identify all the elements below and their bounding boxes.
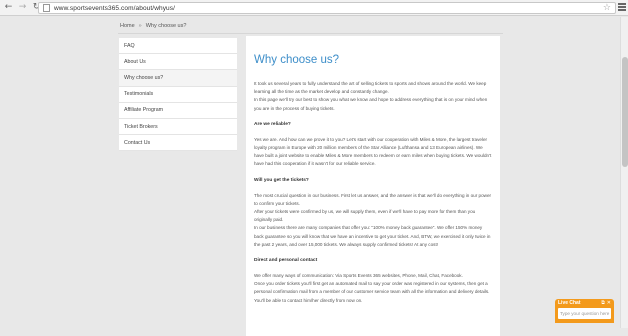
tickets-paragraph: The most crucial question in our busines… — [254, 192, 492, 206]
sidebar-item-about-us[interactable]: About Us — [119, 54, 237, 71]
browser-toolbar: ← → ↻ www.sportsevents365.com/about/whyu… — [0, 0, 628, 16]
section-heading-reliable: Are we reliable? — [254, 121, 291, 127]
sidebar-item-contact-us[interactable]: Contact Us — [119, 135, 237, 152]
section-heading-contact: Direct and personal contact — [254, 258, 318, 264]
contact-paragraph: We offer many ways of communication: Via… — [254, 273, 463, 279]
page-title: Why choose us? — [254, 54, 340, 66]
live-chat-widget[interactable]: Live Chat ⧉ ✕ Type your question here — [555, 299, 614, 323]
sidebar-menu: FAQ About Us Why choose us? Testimonials… — [119, 38, 237, 152]
intro-paragraph: In this page we'll try our best to show … — [254, 97, 488, 111]
sidebar-item-why-choose-us[interactable]: Why choose us? — [119, 70, 237, 87]
browser-menu-icon[interactable] — [618, 3, 626, 12]
tickets-paragraph: After your tickets were confirmed by us,… — [254, 209, 476, 223]
url-text[interactable]: www.sportsevents365.com/about/whyus/ — [54, 5, 175, 12]
tickets-paragraph: In our business there are many companies… — [254, 225, 491, 247]
chat-header[interactable]: Live Chat ⧉ ✕ — [555, 299, 614, 307]
contact-paragraph: Once you order tickets you'll first get … — [254, 281, 490, 303]
divider — [118, 33, 503, 34]
scrollbar-thumb[interactable] — [622, 57, 628, 167]
close-icon[interactable]: ✕ — [607, 300, 611, 306]
breadcrumb-separator: » — [138, 23, 142, 29]
main-content: Why choose us? It took us several years … — [246, 36, 500, 336]
intro-paragraph: It took us several years to fully unders… — [254, 81, 487, 95]
back-arrow-icon[interactable]: ← — [3, 2, 14, 13]
address-bar[interactable]: www.sportsevents365.com/about/whyus/ ☆ — [38, 2, 616, 14]
section-heading-tickets: Will you get the tickets? — [254, 177, 309, 183]
reliable-paragraph: Yes we are. And how can we prove it to y… — [254, 136, 492, 167]
sidebar-item-ticket-brokers[interactable]: Ticket Brokers — [119, 118, 237, 136]
breadcrumb-current: Why choose us? — [145, 23, 187, 29]
bookmark-star-icon[interactable]: ☆ — [603, 3, 611, 14]
sidebar-item-faq[interactable]: FAQ — [119, 38, 237, 55]
breadcrumb-home-link[interactable]: Home — [120, 23, 135, 29]
popout-icon[interactable]: ⧉ — [601, 300, 605, 306]
breadcrumb: Home» Why choose us? — [120, 23, 186, 29]
page-scrollbar[interactable] — [620, 17, 628, 328]
forward-arrow-icon[interactable]: → — [17, 2, 28, 13]
sidebar-item-testimonials[interactable]: Testimonials — [119, 86, 237, 103]
sidebar-item-affiliate-program[interactable]: Affiliate Program — [119, 102, 237, 119]
chat-input[interactable]: Type your question here — [558, 308, 611, 319]
page-icon — [43, 4, 50, 12]
chat-title: Live Chat — [558, 300, 581, 306]
